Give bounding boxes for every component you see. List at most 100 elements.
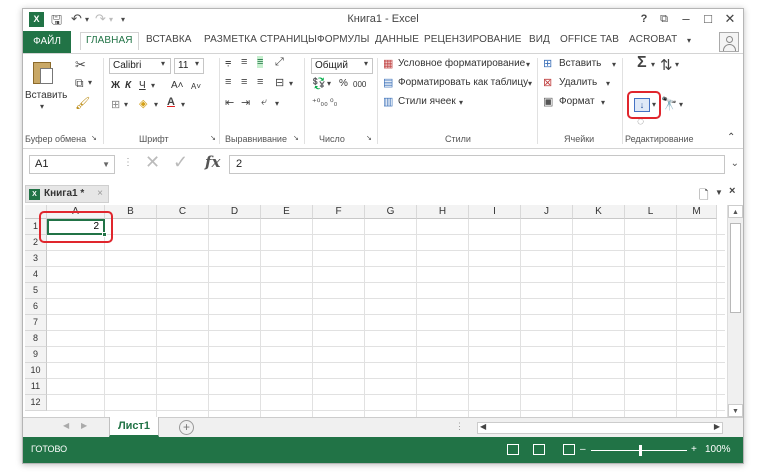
font-launcher-icon[interactable]: ↘ bbox=[210, 134, 216, 142]
vertical-scroll-thumb[interactable] bbox=[730, 223, 741, 313]
percent-button[interactable]: % bbox=[339, 78, 348, 89]
delete-cells-icon[interactable]: ⊠ bbox=[543, 76, 552, 89]
collapse-ribbon-icon[interactable]: ⌃ bbox=[727, 132, 735, 143]
delete-cells-dropdown-icon[interactable]: ▾ bbox=[606, 79, 610, 88]
column-header-e[interactable]: E bbox=[261, 205, 313, 219]
vertical-scrollbar[interactable]: ▲ ▼ bbox=[727, 205, 743, 417]
tab-formulas[interactable]: ФОРМУЛЫ bbox=[317, 34, 369, 45]
column-header-i[interactable]: I bbox=[469, 205, 521, 219]
font-size-dropdown-icon[interactable]: ▾ bbox=[195, 59, 199, 68]
row-header-5[interactable]: 5 bbox=[25, 283, 47, 299]
account-dropdown-icon[interactable]: ▾ bbox=[687, 36, 691, 45]
column-header-f[interactable]: F bbox=[313, 205, 365, 219]
find-select-dropdown-icon[interactable]: ▾ bbox=[679, 100, 683, 109]
workbook-tab[interactable]: X Книга1 * × bbox=[25, 185, 109, 203]
column-header-g[interactable]: G bbox=[365, 205, 417, 219]
name-box[interactable]: A1 ▼ bbox=[29, 155, 115, 174]
page-layout-view-icon[interactable] bbox=[533, 444, 545, 455]
merge-dropdown-icon[interactable]: ▾ bbox=[289, 79, 293, 88]
format-cells-icon[interactable]: ▣ bbox=[543, 95, 553, 108]
row-header-8[interactable]: 8 bbox=[25, 331, 47, 347]
tab-split-icon[interactable]: ⋮ bbox=[455, 421, 464, 432]
paste-dropdown-icon[interactable]: ▾ bbox=[40, 102, 44, 111]
increase-decimal-icon[interactable]: ⁺⁰₀₀ bbox=[312, 97, 328, 108]
insert-cells-dropdown-icon[interactable]: ▾ bbox=[612, 60, 616, 69]
font-color-dropdown-icon[interactable]: ▾ bbox=[181, 100, 185, 109]
name-box-dropdown-icon[interactable]: ▼ bbox=[102, 156, 110, 173]
align-center-icon[interactable]: ≡ bbox=[241, 76, 247, 88]
scroll-right-icon[interactable]: ▶ bbox=[714, 422, 720, 431]
tab-view[interactable]: ВИД bbox=[529, 34, 550, 45]
font-color-icon[interactable]: A bbox=[167, 96, 175, 108]
formula-input[interactable]: 2 bbox=[229, 155, 725, 174]
shrink-font-button[interactable]: A˅ bbox=[191, 82, 201, 91]
fill-color-dropdown-icon[interactable]: ▾ bbox=[154, 100, 158, 109]
row-header-12[interactable]: 12 bbox=[25, 395, 47, 411]
close-button[interactable]: ✕ bbox=[721, 11, 739, 27]
font-size-select[interactable]: 11 bbox=[174, 58, 204, 74]
autosum-dropdown-icon[interactable]: ▾ bbox=[651, 60, 655, 69]
alignment-launcher-icon[interactable]: ↘ bbox=[293, 134, 299, 142]
format-as-table-icon[interactable]: ▤ bbox=[383, 76, 393, 89]
column-header-h[interactable]: H bbox=[417, 205, 469, 219]
zoom-out-button[interactable]: – bbox=[580, 444, 586, 455]
insert-cells-button[interactable]: Вставить bbox=[559, 58, 601, 69]
user-avatar[interactable] bbox=[719, 32, 739, 52]
row-header-9[interactable]: 9 bbox=[25, 347, 47, 363]
minimize-button[interactable]: – bbox=[677, 11, 695, 26]
number-launcher-icon[interactable]: ↘ bbox=[366, 134, 372, 142]
cut-icon[interactable]: ✂ bbox=[75, 57, 86, 73]
clipboard-launcher-icon[interactable]: ↘ bbox=[91, 134, 97, 142]
scroll-up-icon[interactable]: ▲ bbox=[728, 205, 743, 218]
find-select-icon[interactable]: 🔭 bbox=[661, 96, 677, 112]
align-right-icon[interactable]: ≡ bbox=[257, 76, 263, 88]
cell-styles-button[interactable]: Стили ячеек bbox=[398, 96, 456, 107]
column-header-d[interactable]: D bbox=[209, 205, 261, 219]
align-bottom-icon[interactable]: ≡ bbox=[257, 56, 264, 68]
close-workbook-icon[interactable]: × bbox=[729, 185, 735, 197]
tab-file[interactable]: ФАЙЛ bbox=[23, 31, 71, 53]
conditional-formatting-button[interactable]: Условное форматирование bbox=[398, 58, 525, 69]
tab-data[interactable]: ДАННЫЕ bbox=[375, 34, 419, 45]
column-header-c[interactable]: C bbox=[157, 205, 209, 219]
decrease-indent-icon[interactable]: ⇤ bbox=[225, 96, 234, 109]
paste-icon[interactable] bbox=[31, 58, 55, 86]
horizontal-scrollbar[interactable]: ◀ ▶ bbox=[477, 422, 723, 434]
worksheet-grid[interactable]: A B C D E F G H I J K L M 1 2 3 4 5 6 7 8 9 10 11 12 2 bbox=[25, 205, 725, 417]
scroll-left-icon[interactable]: ◀ bbox=[480, 422, 486, 431]
align-middle-icon[interactable]: ≡ bbox=[241, 56, 247, 68]
sort-filter-dropdown-icon[interactable]: ▾ bbox=[675, 60, 679, 69]
font-name-dropdown-icon[interactable]: ▾ bbox=[161, 59, 165, 68]
increase-indent-icon[interactable]: ⇥ bbox=[241, 96, 250, 109]
insert-function-icon[interactable]: fx bbox=[205, 153, 220, 171]
currency-format-icon[interactable]: 💱 bbox=[312, 77, 326, 90]
grow-font-button[interactable]: A˄ bbox=[171, 80, 184, 91]
currency-dropdown-icon[interactable]: ▾ bbox=[327, 79, 331, 88]
confirm-entry-icon[interactable]: ✓ bbox=[173, 152, 188, 173]
decrease-decimal-icon[interactable]: ⁰₀ bbox=[330, 97, 337, 108]
row-header-4[interactable]: 4 bbox=[25, 267, 47, 283]
next-sheet-icon[interactable]: ▶ bbox=[81, 421, 87, 430]
number-format-dropdown-icon[interactable]: ▾ bbox=[364, 59, 368, 68]
zoom-level[interactable]: 100% bbox=[705, 444, 731, 455]
add-sheet-button[interactable]: + bbox=[179, 420, 194, 435]
tab-insert[interactable]: ВСТАВКА bbox=[146, 34, 192, 45]
copy-dropdown-icon[interactable]: ▾ bbox=[88, 78, 92, 87]
merge-cells-icon[interactable]: ⊟ bbox=[275, 76, 284, 89]
wrap-dropdown-icon[interactable]: ▾ bbox=[275, 99, 279, 108]
tab-acrobat[interactable]: ACROBAT bbox=[629, 34, 677, 45]
insert-cells-icon[interactable]: ⊞ bbox=[543, 57, 552, 70]
autosum-icon[interactable]: Σ bbox=[637, 54, 647, 72]
tab-office-tab[interactable]: OFFICE TAB bbox=[560, 34, 619, 45]
tab-page-layout[interactable]: РАЗМЕТКА СТРАНИЦЫ bbox=[204, 34, 317, 45]
maximize-button[interactable]: □ bbox=[699, 11, 717, 26]
format-painter-icon[interactable]: 🖌 bbox=[75, 96, 90, 110]
zoom-slider-thumb[interactable] bbox=[639, 445, 642, 456]
paste-button[interactable]: Вставить bbox=[25, 90, 67, 101]
column-header-k[interactable]: K bbox=[573, 205, 625, 219]
workbook-tab-close-icon[interactable]: × bbox=[97, 186, 103, 202]
thousands-button[interactable]: 000 bbox=[353, 80, 366, 89]
copy-icon[interactable]: ⧉ bbox=[75, 76, 84, 91]
conditional-dropdown-icon[interactable]: ▾ bbox=[526, 60, 530, 69]
tab-review[interactable]: РЕЦЕНЗИРОВАНИЕ bbox=[424, 34, 522, 45]
